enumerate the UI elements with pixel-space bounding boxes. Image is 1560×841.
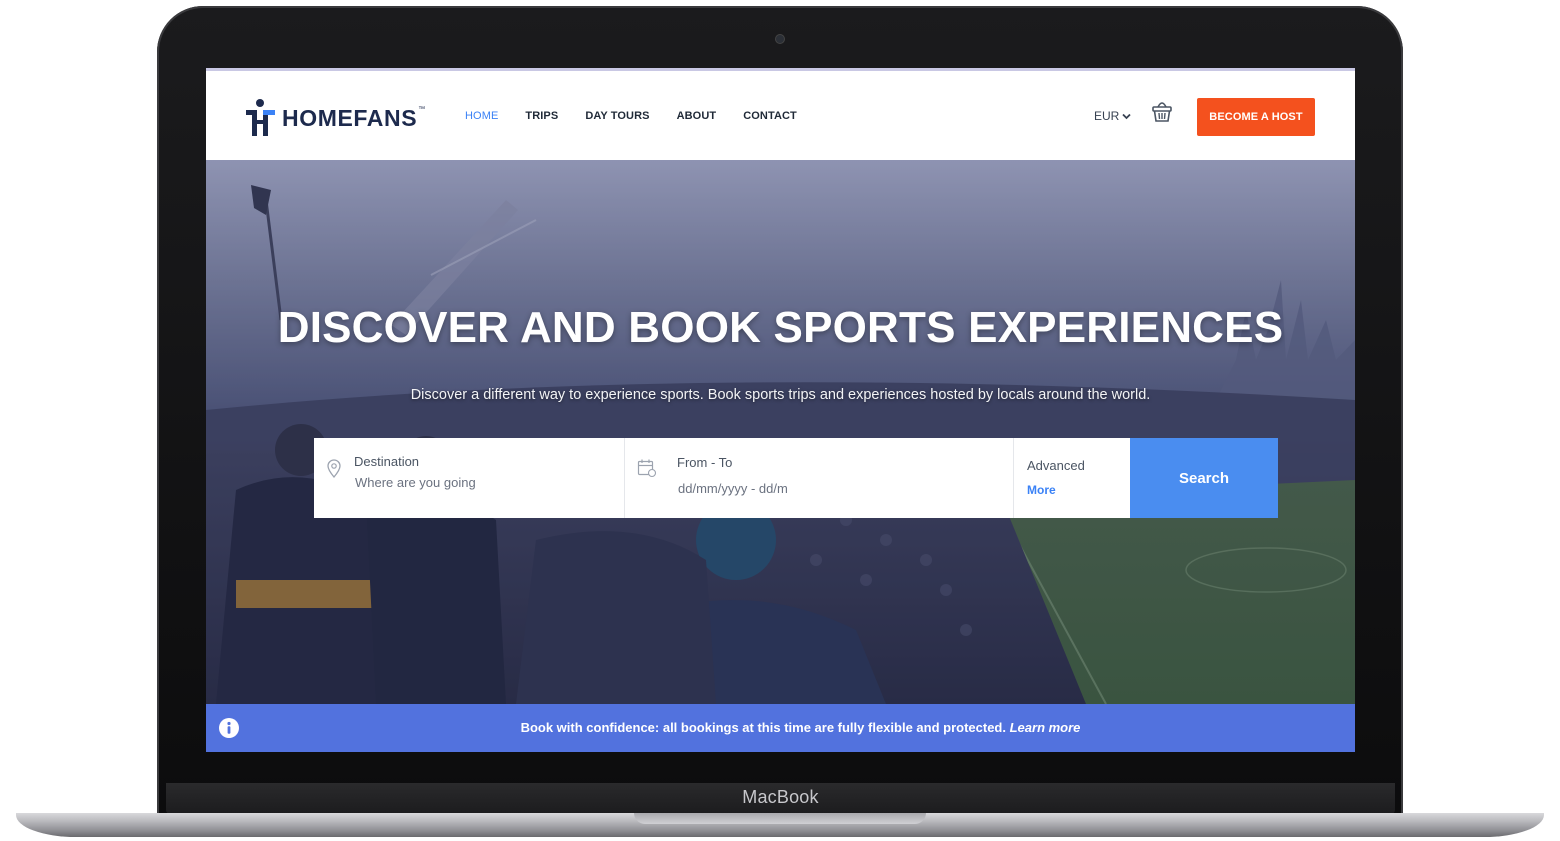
banner-message: Book with confidence: all bookings at th… (206, 720, 1355, 735)
stadium-background-image (206, 160, 1355, 704)
camera-icon (776, 35, 784, 43)
basket-icon[interactable] (1151, 98, 1173, 123)
dates-label: From - To (677, 455, 733, 470)
logo[interactable]: HOMEFANS ™ (246, 98, 425, 138)
currency-label: EUR (1094, 109, 1120, 123)
location-pin-icon (327, 459, 341, 478)
chevron-down-icon (1122, 113, 1131, 119)
search-button[interactable]: Search (1130, 438, 1278, 518)
dates-input[interactable] (678, 481, 978, 496)
learn-more-link[interactable]: Learn more (1010, 720, 1081, 735)
website-screen: HOMEFANS ™ HOME TRIPS DAY TOURS ABOUT CO… (206, 68, 1355, 752)
site-header: HOMEFANS ™ HOME TRIPS DAY TOURS ABOUT CO… (206, 68, 1355, 160)
hero-subtitle: Discover a different way to experience s… (410, 387, 1151, 403)
logo-icon (246, 99, 275, 136)
search-bar: Destination From - To Advanced More (314, 438, 1130, 518)
destination-label: Destination (354, 454, 420, 469)
confidence-banner: Book with confidence: all bookings at th… (206, 704, 1355, 752)
advanced-field: Advanced More (1014, 438, 1130, 518)
currency-selector[interactable]: EUR (1094, 109, 1131, 123)
nav-day-tours[interactable]: DAY TOURS (585, 110, 649, 122)
calendar-icon (637, 459, 657, 478)
hero-title: DISCOVER AND BOOK SPORTS EXPERIENCES (277, 303, 1284, 352)
destination-field[interactable]: Destination (314, 438, 625, 518)
logo-text: HOMEFANS (282, 104, 418, 131)
nav-contact[interactable]: CONTACT (743, 110, 797, 122)
logo-trademark: ™ (418, 105, 426, 113)
more-link[interactable]: More (1027, 483, 1056, 497)
laptop-notch (634, 813, 926, 824)
nav-home[interactable]: HOME (465, 110, 498, 122)
nav-about[interactable]: ABOUT (677, 110, 717, 122)
banner-text: Book with confidence: all bookings at th… (520, 720, 1006, 735)
main-nav: HOME TRIPS DAY TOURS ABOUT CONTACT (465, 110, 824, 122)
become-host-button[interactable]: BECOME A HOST (1197, 98, 1315, 136)
hero-section: DISCOVER AND BOOK SPORTS EXPERIENCES Dis… (206, 160, 1355, 704)
nav-trips[interactable]: TRIPS (525, 110, 558, 122)
advanced-label: Advanced (1027, 458, 1085, 473)
destination-input[interactable] (355, 475, 605, 490)
laptop-brand-label: MacBook (742, 787, 819, 807)
dates-field[interactable]: From - To (625, 438, 1014, 518)
